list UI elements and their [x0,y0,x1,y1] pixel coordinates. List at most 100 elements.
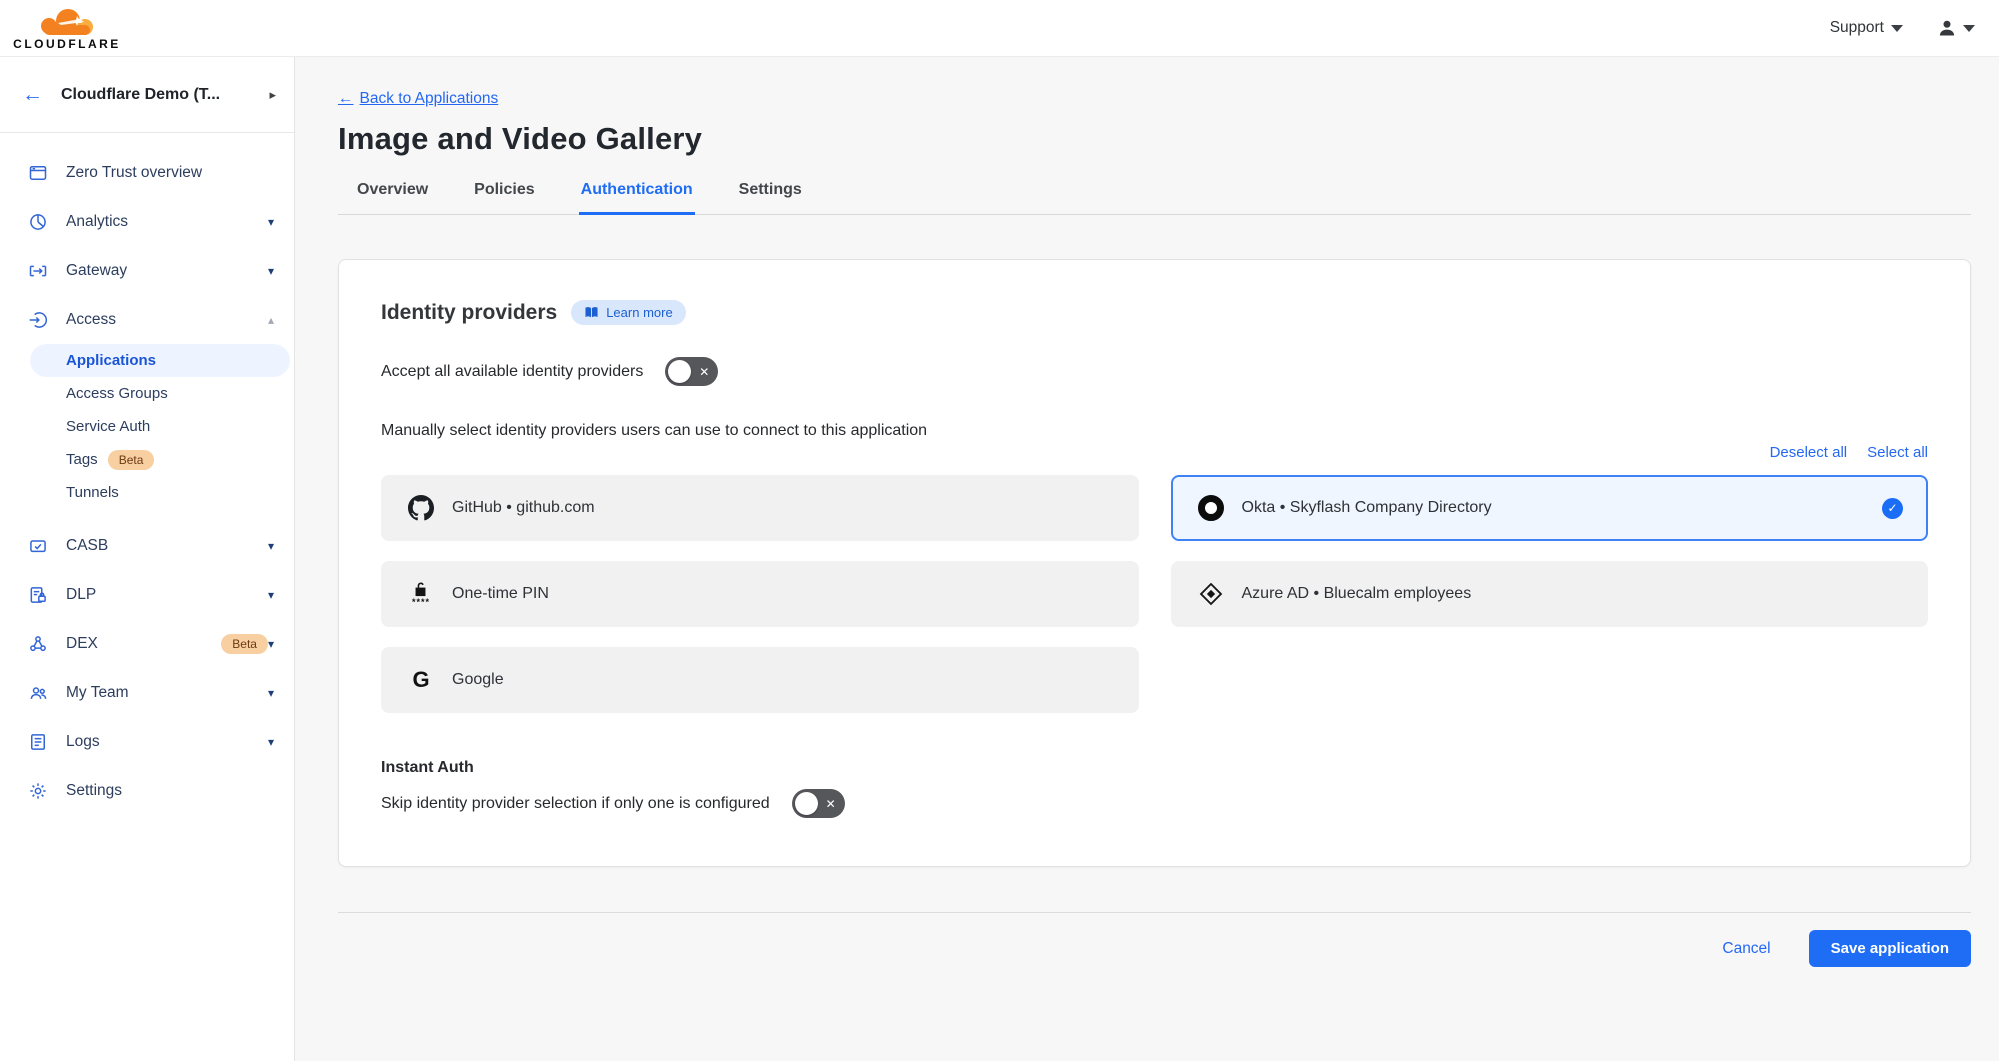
sidebar-item-label: Applications [66,352,156,369]
tab-authentication[interactable]: Authentication [579,181,695,215]
sidebar-item-label: Access [66,311,268,329]
okta-icon [1196,495,1226,521]
sidebar-item-label: Zero Trust overview [66,164,274,182]
footer-actions: Cancel Save application [338,913,1971,984]
book-icon [584,306,599,319]
sidebar-item-my-team[interactable]: My Team ▾ [0,668,294,717]
team-people-icon [27,683,49,703]
sidebar-item-dlp[interactable]: DLP ▾ [0,570,294,619]
save-application-button[interactable]: Save application [1809,930,1971,967]
sidebar-item-dex[interactable]: DEX Beta ▾ [0,619,294,668]
cloudflare-cloud-icon [28,7,106,37]
chevron-down-icon[interactable]: ▾ [268,588,274,602]
chevron-down-icon[interactable]: ▾ [268,539,274,553]
sidebar-item-label: Analytics [66,213,268,231]
panel-title: Identity providers [381,301,557,325]
account-switcher: ← Cloudflare Demo (T... ▸ [0,57,294,133]
cancel-button[interactable]: Cancel [1722,940,1770,958]
chevron-down-icon[interactable]: ▾ [268,637,274,651]
top-bar: CLOUDFLARE Support [0,0,1999,57]
chevron-up-icon[interactable]: ▴ [268,313,274,327]
chevron-down-icon [1891,25,1903,32]
azure-ad-icon [1196,581,1226,607]
chevron-down-icon[interactable]: ▾ [268,264,274,278]
sidebar-item-label: Access Groups [66,385,168,402]
sidebar-item-tags[interactable]: Tags Beta [0,443,294,476]
provider-card-azure-ad[interactable]: Azure AD • Bluecalm employees [1171,561,1929,627]
accept-all-toggle[interactable]: ✕ [665,357,718,386]
access-login-icon [27,310,49,330]
user-account-menu[interactable] [1937,18,1975,38]
overview-window-icon [27,163,49,183]
gear-icon [27,781,49,801]
provider-name: Okta • Skyflash Company Directory [1242,499,1492,517]
dlp-document-lock-icon [27,585,49,605]
back-link-label: Back to Applications [360,90,499,108]
identity-provider-list: GitHub • github.com Okta • Skyflash Comp… [381,475,1928,713]
sidebar-item-casb[interactable]: CASB ▾ [0,521,294,570]
sidebar-item-access[interactable]: Access ▴ [0,295,294,344]
sidebar-item-label: Logs [66,733,268,751]
provider-card-google[interactable]: G Google [381,647,1139,713]
toggle-off-x-icon: ✕ [826,797,836,811]
sidebar-nav: Zero Trust overview Analytics ▾ [0,133,294,815]
support-menu[interactable]: Support [1830,19,1903,37]
sidebar-item-logs[interactable]: Logs ▾ [0,717,294,766]
tab-policies[interactable]: Policies [472,181,536,215]
provider-card-github[interactable]: GitHub • github.com [381,475,1139,541]
google-icon: G [406,667,436,693]
github-icon [406,495,436,521]
sidebar-item-label: Gateway [66,262,268,280]
provider-card-one-time-pin[interactable]: **** One-time PIN [381,561,1139,627]
cloudflare-wordmark: CLOUDFLARE [13,38,121,50]
sidebar: ← Cloudflare Demo (T... ▸ Zero Trust ove… [0,57,295,1061]
dex-network-icon [27,634,49,654]
learn-more-label: Learn more [606,305,672,320]
analytics-pie-icon [27,212,49,232]
account-name[interactable]: Cloudflare Demo (T... [61,86,269,104]
one-time-pin-icon: **** [406,581,436,607]
sidebar-item-zero-trust-overview[interactable]: Zero Trust overview [0,148,294,197]
chevron-down-icon[interactable]: ▾ [268,215,274,229]
sidebar-item-analytics[interactable]: Analytics ▾ [0,197,294,246]
tab-settings[interactable]: Settings [737,181,804,215]
tab-overview[interactable]: Overview [355,181,430,215]
sidebar-item-access-groups[interactable]: Access Groups [0,377,294,410]
gateway-icon [27,261,49,281]
provider-name: Azure AD • Bluecalm employees [1242,585,1472,603]
deselect-all-link[interactable]: Deselect all [1770,444,1848,461]
toggle-knob [668,360,691,383]
sidebar-item-label: Settings [66,782,274,800]
sidebar-item-label: My Team [66,684,268,702]
user-icon [1937,18,1957,38]
accept-all-label: Accept all available identity providers [381,363,643,381]
provider-name: One-time PIN [452,585,549,603]
learn-more-badge[interactable]: Learn more [571,300,685,325]
cloudflare-logo[interactable]: CLOUDFLARE [12,7,122,50]
chevron-right-icon[interactable]: ▸ [269,87,276,103]
sidebar-item-service-auth[interactable]: Service Auth [0,410,294,443]
otp-stars: **** [412,598,430,607]
identity-providers-panel: Identity providers Learn more Accept all… [338,259,1971,867]
beta-badge: Beta [221,634,268,654]
sidebar-item-label: DEX [66,635,211,653]
chevron-down-icon[interactable]: ▾ [268,686,274,700]
back-to-applications-link[interactable]: ← Back to Applications [338,90,498,108]
casb-icon [27,536,49,556]
instant-auth-toggle[interactable]: ✕ [792,789,845,818]
select-all-link[interactable]: Select all [1867,444,1928,461]
back-arrow-icon[interactable]: ← [22,83,43,107]
page-title: Image and Video Gallery [338,121,1971,157]
support-label: Support [1830,19,1884,37]
instant-auth-title: Instant Auth [381,759,1928,777]
manual-select-description: Manually select identity providers users… [381,422,1928,440]
provider-card-okta[interactable]: Okta • Skyflash Company Directory ✓ [1171,475,1929,541]
sidebar-item-applications[interactable]: Applications [30,344,290,377]
sidebar-item-label: CASB [66,537,268,555]
sidebar-item-gateway[interactable]: Gateway ▾ [0,246,294,295]
sidebar-item-tunnels[interactable]: Tunnels [0,476,294,509]
main-content: ← Back to Applications Image and Video G… [295,57,1999,1061]
chevron-down-icon[interactable]: ▾ [268,735,274,749]
sidebar-item-settings[interactable]: Settings [0,766,294,815]
chevron-down-icon [1963,25,1975,32]
